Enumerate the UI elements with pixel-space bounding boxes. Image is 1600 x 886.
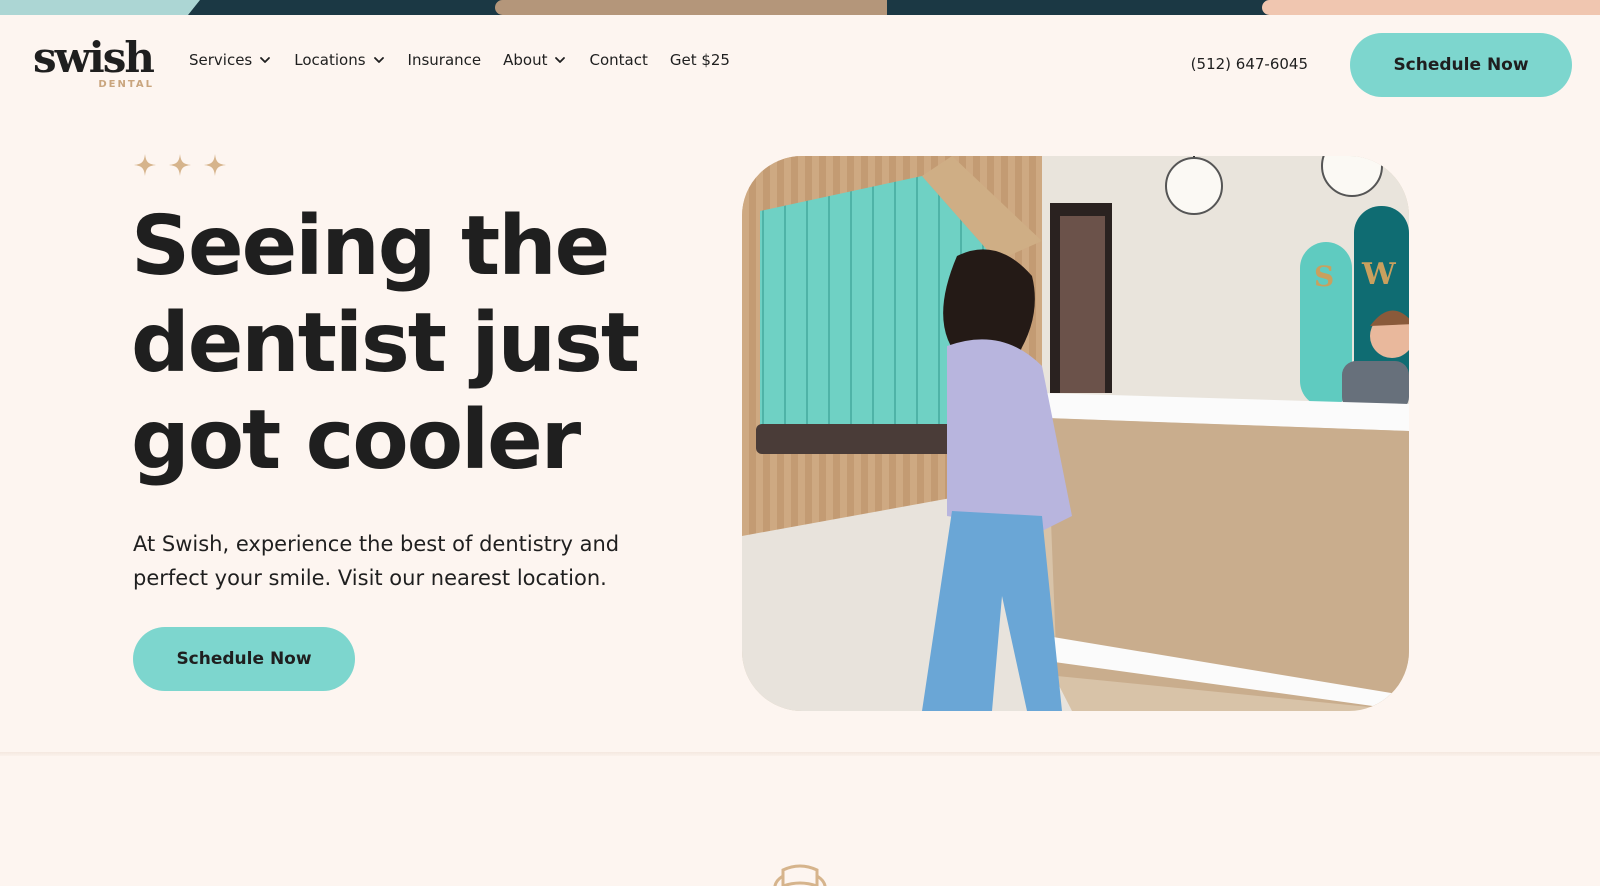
nav-label: Services [189, 51, 253, 69]
sparkle-icon [134, 154, 156, 176]
nav-label: Get $25 [669, 51, 730, 69]
top-decorative-stripe [0, 0, 1600, 15]
hero-video[interactable]: S W [742, 156, 1409, 711]
nav-item-locations[interactable]: Locations [294, 51, 385, 69]
phone-link[interactable]: (512) 647-6045 [1191, 55, 1308, 73]
stripe-segment-peach [1262, 0, 1600, 15]
chevron-down-icon [260, 57, 271, 63]
header-schedule-button[interactable]: Schedule Now [1350, 33, 1572, 97]
nav-label: Insurance [407, 51, 482, 69]
hero-headline: Seeing the dentist just got cooler [131, 198, 691, 489]
nav-label: Locations [294, 51, 366, 69]
logo-wordmark: swish [33, 33, 155, 82]
nav-label: Contact [589, 51, 648, 69]
nav-item-contact[interactable]: Contact [589, 51, 647, 69]
chevron-down-icon [373, 57, 384, 63]
sparkle-icon [169, 154, 191, 176]
reception-scene-illustration: S W [742, 156, 1409, 711]
nav-label: About [503, 51, 548, 69]
logo-subtitle: DENTAL [98, 79, 154, 90]
logo[interactable]: swish DENTAL [33, 37, 158, 93]
sparkle-icon [204, 154, 226, 176]
site-header: swish DENTAL Services Locations Insuranc… [0, 15, 1600, 115]
stripe-segment-tan [495, 0, 887, 15]
headline-line: dentist just [131, 296, 640, 391]
nav-item-get-25[interactable]: Get $25 [670, 51, 730, 69]
main-nav: Services Locations Insurance About Conta… [189, 51, 752, 69]
headline-line: got cooler [131, 393, 581, 488]
chevron-down-icon [555, 57, 566, 63]
tooth-chair-outline-icon [773, 864, 827, 886]
sparkle-stars [133, 153, 227, 177]
hero-subtext: At Swish, experience the best of dentist… [133, 532, 620, 590]
nav-item-about[interactable]: About [503, 51, 567, 69]
sign-letter-w: W [1361, 257, 1397, 292]
nav-item-insurance[interactable]: Insurance [408, 51, 482, 69]
sign-letter-s: S [1314, 260, 1334, 293]
headline-line: Seeing the [131, 199, 610, 294]
nav-item-services[interactable]: Services [189, 51, 272, 69]
stripe-segment-teal [0, 0, 200, 15]
hero-schedule-button[interactable]: Schedule Now [133, 627, 355, 691]
section-divider [0, 752, 1600, 756]
